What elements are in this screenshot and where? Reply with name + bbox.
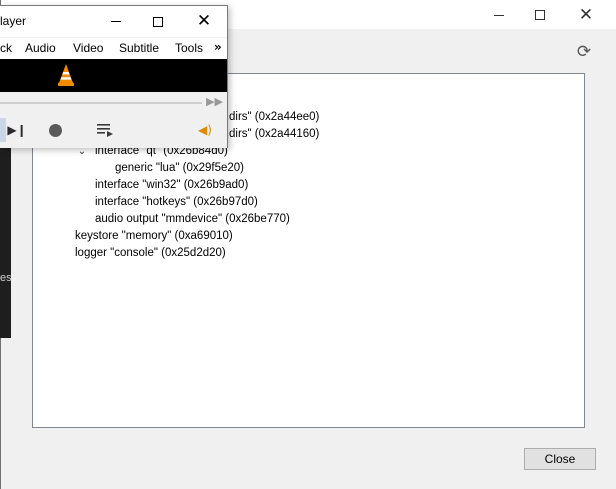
skip-next-icon[interactable]: ▶❙ [7,120,26,140]
tree-row[interactable]: interface "win32" (0x26b9ad0) [95,177,248,194]
seek-forward-icon[interactable]: ▶▶ [206,95,223,108]
tree-row[interactable]: interface "hotkeys" (0x26b97d0) [95,194,258,211]
seek-track[interactable] [0,102,202,104]
tree-row[interactable]: dirs" (0x2a44160) [229,126,319,143]
tree-row[interactable]: dirs" (0x2a44ee0) [229,109,319,126]
menu-overflow-chevron[interactable]: » [214,40,222,54]
screen: ✕ ⟳ dirs" (0x2a44ee0) dirs" (0x2a44160) … [0,0,616,489]
vlc-minimize-button[interactable] [93,6,139,37]
menu-playback[interactable]: ck [0,41,12,55]
refresh-icon[interactable]: ⟳ [575,42,593,62]
video-area[interactable] [0,59,227,92]
desktop-text: es [0,272,12,284]
menu-audio[interactable]: Audio [25,41,56,55]
menu-tools[interactable]: Tools [175,41,203,55]
vlc-close-button[interactable]: ✕ [181,6,227,37]
close-button[interactable]: Close [524,448,596,470]
tree-row[interactable]: audio output "mmdevice" (0x26be770) [95,211,290,228]
maximize-icon [535,10,545,20]
prev-button-edge[interactable] [0,118,6,142]
close-icon: ✕ [578,4,594,25]
record-icon[interactable] [46,120,64,140]
dialog-minimize-button[interactable] [476,0,522,30]
tree-row[interactable]: logger "console" (0x25d2d20) [75,245,226,262]
close-icon: ✕ [196,11,212,31]
maximize-icon [153,16,163,27]
vlc-player-window: layer ✕ ck Audio Video Subtitle Tools » [0,5,228,148]
vlc-window-title: layer [0,14,27,28]
tree-row[interactable]: keystore "memory" (0xa69010) [75,228,233,245]
vlc-cone-icon [58,64,74,86]
vlc-maximize-button[interactable] [135,6,181,37]
playlist-icon[interactable] [96,120,114,140]
vlc-titlebar[interactable]: layer ✕ [0,6,227,37]
seek-bar[interactable]: ▶▶ [0,92,227,112]
menu-subtitle[interactable]: Subtitle [119,41,159,55]
desktop-background [0,148,11,338]
vlc-menubar: ck Audio Video Subtitle Tools » [0,37,227,59]
volume-icon[interactable]: ◀) [196,120,214,140]
playback-controls: ▶❙ ◀) [0,112,227,148]
tree-row[interactable]: generic "lua" (0x29f5e20) [115,160,244,177]
minimize-icon [494,14,504,16]
minimize-icon [111,21,121,22]
dialog-close-button[interactable]: ✕ [563,0,609,30]
dialog-maximize-button[interactable] [517,0,563,30]
menu-video[interactable]: Video [73,41,103,55]
